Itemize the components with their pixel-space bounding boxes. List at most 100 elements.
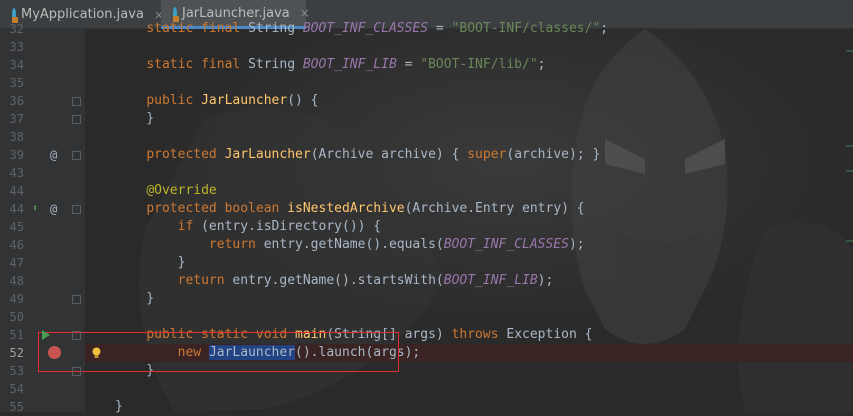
code-token: public bbox=[146, 93, 202, 108]
code-token: JarLauncher bbox=[201, 93, 288, 108]
code-line[interactable]: 33 bbox=[0, 38, 853, 56]
code-token: } bbox=[115, 255, 186, 270]
code-text[interactable]: public JarLauncher() { bbox=[115, 92, 318, 110]
line-number: 34 bbox=[9, 58, 24, 72]
tab-label: JarLauncher.java bbox=[182, 5, 290, 21]
code-text[interactable]: } bbox=[115, 110, 154, 128]
code-line[interactable]: 32 static final String BOOT_INF_CLASSES … bbox=[0, 20, 853, 38]
fold-marker[interactable] bbox=[72, 367, 81, 376]
code-line[interactable]: 55} bbox=[0, 398, 853, 416]
scrollbar-marker[interactable] bbox=[846, 145, 853, 147]
line-number: 51 bbox=[9, 328, 24, 342]
code-line[interactable]: 49 } bbox=[0, 290, 853, 308]
line-number: 39 bbox=[9, 148, 24, 162]
line-number: 44 bbox=[9, 184, 24, 198]
code-line[interactable]: 44 protected boolean isNestedArchive(Arc… bbox=[0, 200, 853, 218]
code-token: Exception { bbox=[506, 327, 593, 342]
override-icon[interactable]: @ bbox=[50, 200, 57, 218]
fold-marker[interactable] bbox=[72, 151, 81, 160]
code-line[interactable]: 35 bbox=[0, 74, 853, 92]
close-icon[interactable]: × bbox=[300, 6, 310, 20]
code-text[interactable]: protected JarLauncher(Archive archive) {… bbox=[115, 146, 600, 164]
code-token: if bbox=[177, 219, 202, 234]
code-line[interactable]: 47 } bbox=[0, 254, 853, 272]
code-text[interactable]: if (entry.isDirectory()) { bbox=[115, 218, 382, 236]
breakpoint-icon[interactable] bbox=[48, 346, 61, 359]
scrollbar-marker[interactable] bbox=[846, 50, 853, 52]
code-line[interactable]: 44 @Override bbox=[0, 182, 853, 200]
fold-marker[interactable] bbox=[72, 295, 81, 304]
code-text[interactable]: return entry.getName().startsWith(BOOT_I… bbox=[115, 272, 554, 290]
code-text[interactable]: protected boolean isNestedArchive(Archiv… bbox=[115, 200, 585, 218]
line-number: 50 bbox=[9, 310, 24, 324]
code-line[interactable]: 54 bbox=[0, 380, 853, 398]
code-token: protected bbox=[146, 147, 225, 162]
code-token: ; bbox=[537, 57, 546, 72]
code-line[interactable]: 37 } bbox=[0, 110, 853, 128]
code-text[interactable]: return entry.getName().equals(BOOT_INF_C… bbox=[115, 236, 585, 254]
scrollbar-marker[interactable] bbox=[846, 240, 853, 242]
override-icon[interactable]: @ bbox=[50, 146, 57, 164]
code-text[interactable]: @Override bbox=[115, 182, 217, 200]
code-token: "BOOT-INF/classes/" bbox=[451, 21, 601, 36]
line-number: 37 bbox=[9, 112, 24, 126]
line-number: 38 bbox=[9, 130, 24, 144]
code-token: entry.getName().startsWith( bbox=[232, 273, 444, 288]
code-text[interactable]: } bbox=[115, 398, 123, 416]
line-number: 44 bbox=[9, 202, 24, 216]
code-line[interactable]: 45 if (entry.isDirectory()) { bbox=[0, 218, 853, 236]
java-class-icon bbox=[173, 6, 179, 22]
code-line[interactable]: 43 bbox=[0, 164, 853, 182]
code-line[interactable]: 48 return entry.getName().startsWith(BOO… bbox=[0, 272, 853, 290]
code-token: ; bbox=[600, 21, 609, 36]
code-text[interactable]: static final String BOOT_INF_LIB = "BOOT… bbox=[115, 56, 546, 74]
code-token: } bbox=[115, 111, 155, 126]
implements-icon[interactable]: ⬆ bbox=[32, 200, 38, 218]
code-token: String bbox=[248, 21, 303, 36]
code-token: BOOT_INF_LIB bbox=[443, 273, 538, 288]
lightbulb-icon[interactable] bbox=[91, 347, 102, 359]
line-number: 52 bbox=[9, 346, 24, 360]
code-text[interactable]: static final String BOOT_INF_CLASSES = "… bbox=[115, 20, 608, 38]
line-number: 47 bbox=[9, 256, 24, 270]
code-token: @Override bbox=[146, 183, 217, 198]
code-token: protected boolean bbox=[146, 201, 288, 216]
scrollbar-marker[interactable] bbox=[846, 170, 853, 172]
code-token: String bbox=[248, 57, 303, 72]
line-number: 32 bbox=[9, 22, 24, 36]
code-line[interactable]: 34 static final String BOOT_INF_LIB = "B… bbox=[0, 56, 853, 74]
line-number: 45 bbox=[9, 220, 24, 234]
code-token: return bbox=[177, 273, 233, 288]
code-token: BOOT_INF_CLASSES bbox=[302, 21, 429, 36]
run-arrow-icon[interactable] bbox=[42, 330, 50, 340]
code-line[interactable]: 46 return entry.getName().equals(BOOT_IN… bbox=[0, 236, 853, 254]
line-number: 55 bbox=[9, 400, 24, 414]
code-token: = bbox=[396, 57, 421, 72]
code-line[interactable]: 38 bbox=[0, 128, 853, 146]
code-token: JarLauncher bbox=[224, 147, 311, 162]
code-text[interactable]: } bbox=[115, 290, 154, 308]
fold-marker[interactable] bbox=[72, 205, 81, 214]
code-token: (Archive.Entry entry) { bbox=[404, 201, 585, 216]
code-token: entry.getName().equals( bbox=[263, 237, 444, 252]
code-text[interactable]: } bbox=[115, 254, 186, 272]
line-number: 49 bbox=[9, 292, 24, 306]
code-token: (entry.isDirectory()) { bbox=[201, 219, 382, 234]
code-token: isNestedArchive bbox=[287, 201, 405, 216]
code-line[interactable]: 50 bbox=[0, 308, 853, 326]
code-line[interactable]: 39 protected JarLauncher(Archive archive… bbox=[0, 146, 853, 164]
code-token: ); bbox=[537, 273, 554, 288]
fold-marker[interactable] bbox=[72, 115, 81, 124]
fold-marker[interactable] bbox=[72, 97, 81, 106]
fold-marker[interactable] bbox=[72, 331, 81, 340]
line-number: 33 bbox=[9, 40, 24, 54]
code-line[interactable]: 36 public JarLauncher() { bbox=[0, 92, 853, 110]
code-token: return bbox=[208, 237, 264, 252]
code-token: throws bbox=[451, 327, 507, 342]
line-number: 53 bbox=[9, 364, 24, 378]
